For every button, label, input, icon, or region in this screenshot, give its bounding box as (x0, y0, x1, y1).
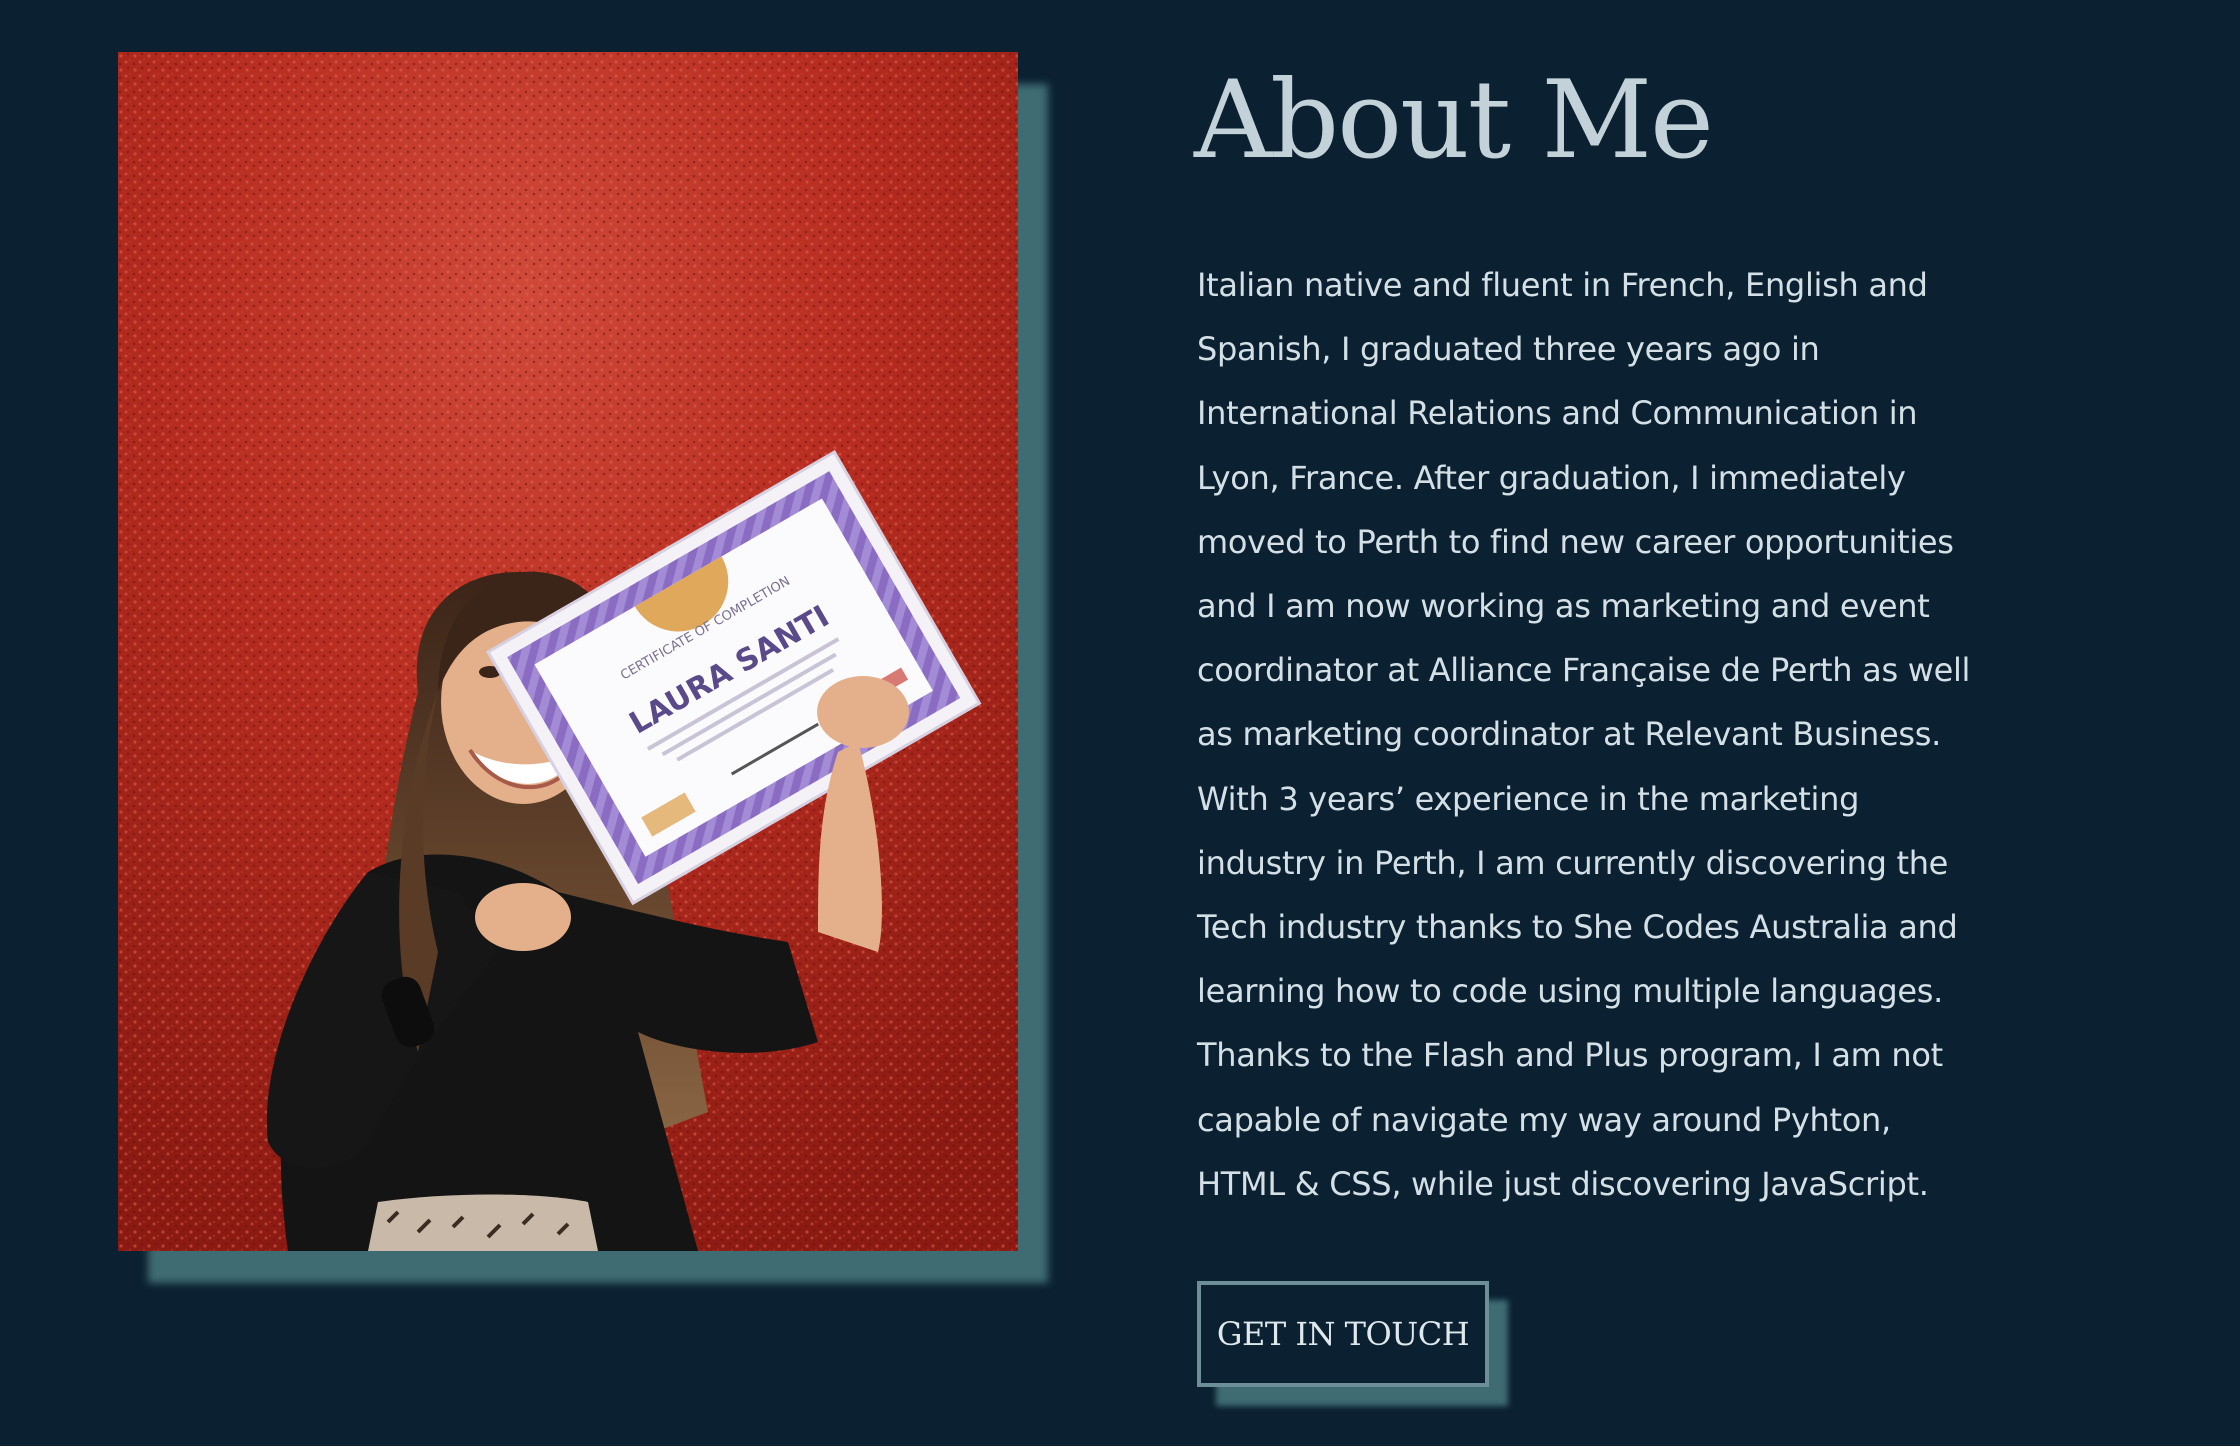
about-bio: Italian native and fluent in French, Eng… (1197, 266, 1971, 1203)
about-section: CERTIFICATE OF COMPLETION LAURA SANTI Ab… (0, 0, 2240, 1446)
get-in-touch-button[interactable]: GET IN TOUCH (1197, 1281, 1489, 1387)
profile-photo: CERTIFICATE OF COMPLETION LAURA SANTI (118, 52, 1018, 1251)
about-heading: About Me (1194, 58, 1714, 183)
